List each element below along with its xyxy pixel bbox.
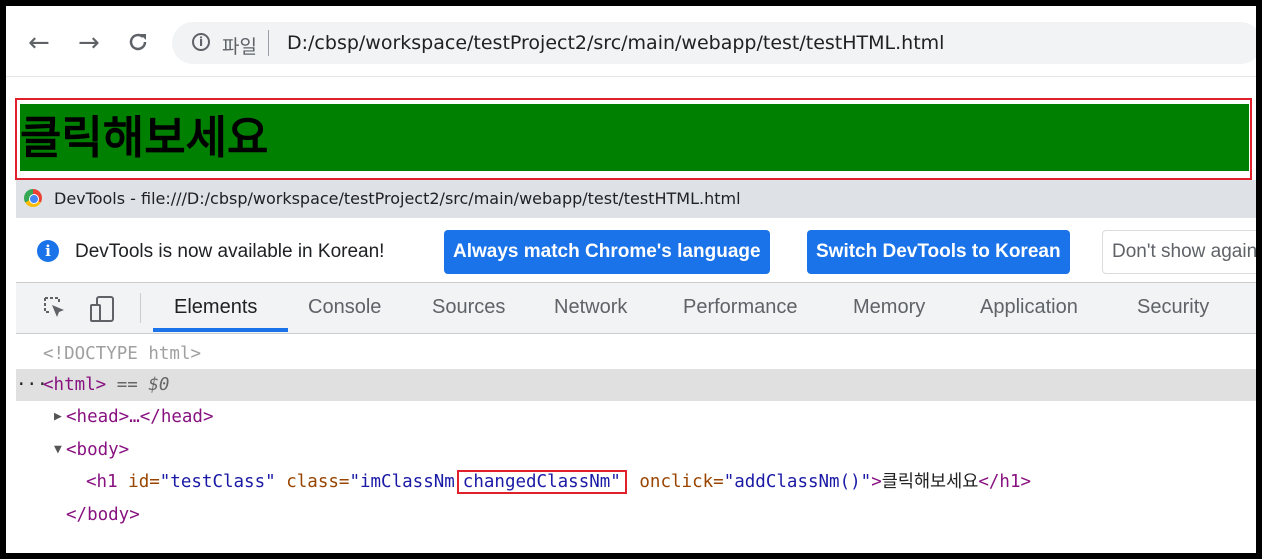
tab-network[interactable]: Network [554,296,627,319]
selected-node-marker: == $0 [106,375,170,395]
elements-panel: <!DOCTYPE html> ··· <html> == $0 ▶ <head… [16,334,1256,553]
device-toolbar-icon[interactable] [88,295,118,328]
heading-highlight-box [15,98,1252,180]
reload-icon[interactable] [126,30,150,54]
html-open-tag: <html> [43,375,107,395]
attr-class-value[interactable]: "imClassNm [349,472,454,492]
devtools-title-bar: DevTools - file:///D:/cbsp/workspace/tes… [16,180,1256,218]
h1-open-tag: <h1 [86,472,118,492]
h1-close-tag: </h1> [978,472,1032,492]
tab-memory[interactable]: Memory [853,296,925,319]
screenshot-frame: ← → i 파일 D:/cbsp/workspace/testProject2/… [0,0,1262,559]
collapse-triangle-icon[interactable]: ▼ [54,434,62,466]
head-tag: <head>…</head> [66,407,214,427]
active-tab-indicator [153,328,288,332]
tab-security[interactable]: Security [1137,296,1209,319]
dom-node-h1[interactable]: <h1 id="testClass" class="imClassNm chang… [16,466,1256,498]
omnibox[interactable]: i 파일 D:/cbsp/workspace/testProject2/src/… [172,22,1256,64]
omnibox-url[interactable]: D:/cbsp/workspace/testProject2/src/main/… [287,32,944,54]
switch-to-korean-button[interactable]: Switch DevTools to Korean [807,230,1070,274]
dom-node-html[interactable]: ··· <html> == $0 [16,369,1256,401]
inspect-element-icon[interactable] [42,295,68,326]
tab-performance[interactable]: Performance [683,296,798,319]
tab-sources[interactable]: Sources [432,296,505,319]
tab-application[interactable]: Application [980,296,1078,319]
devtools-title: DevTools - file:///D:/cbsp/workspace/tes… [54,189,741,208]
h1-open-tag-end: > [871,472,882,492]
always-match-language-button[interactable]: Always match Chrome's language [444,230,770,274]
back-icon[interactable]: ← [28,30,50,56]
devtools-infobar: i DevTools is now available in Korean! A… [16,218,1256,283]
dom-node-head[interactable]: ▶ <head>…</head> [16,401,1256,433]
changed-class-highlight[interactable]: changedClassNm" [456,470,627,494]
attr-class-name: class= [286,472,350,492]
omnibox-separator [268,30,269,56]
devtools-tabbar: Elements Console Sources Network Perform… [16,283,1256,334]
info-icon: i [37,240,59,262]
h1-text-content[interactable]: 클릭해보세요 [882,472,979,492]
attr-onclick-value[interactable]: "addClassNm()" [724,472,872,492]
info-icon[interactable]: i [192,33,210,51]
tab-elements[interactable]: Elements [174,296,257,319]
dom-node-doctype[interactable]: <!DOCTYPE html> [16,338,1256,370]
attr-id-value[interactable]: "testClass" [160,472,276,492]
dom-node-body[interactable]: ▼ <body> [16,434,1256,466]
dom-node-body-close[interactable]: </body> [16,499,1256,531]
expand-triangle-icon[interactable]: ▶ [54,401,62,433]
chrome-logo-icon [24,189,42,207]
browser-toolbar: ← → i 파일 D:/cbsp/workspace/testProject2/… [6,6,1256,77]
body-open-tag: <body> [66,440,130,460]
omnibox-scheme-label: 파일 [222,36,257,58]
doctype-text: <!DOCTYPE html> [43,344,202,364]
body-close-tag: </body> [66,505,140,525]
h1-node-text: <h1 id="testClass" class="imClassNm chang… [86,466,1031,498]
dont-show-again-button[interactable]: Don't show again [1102,230,1256,274]
attr-onclick-name: onclick= [639,472,724,492]
html-node-text: <html> == $0 [43,369,169,401]
infobar-message: DevTools is now available in Korean! [75,241,385,262]
attr-id-name: id= [128,472,160,492]
toolbar-divider [140,293,141,323]
forward-icon[interactable]: → [78,30,100,56]
tab-console[interactable]: Console [308,296,381,319]
